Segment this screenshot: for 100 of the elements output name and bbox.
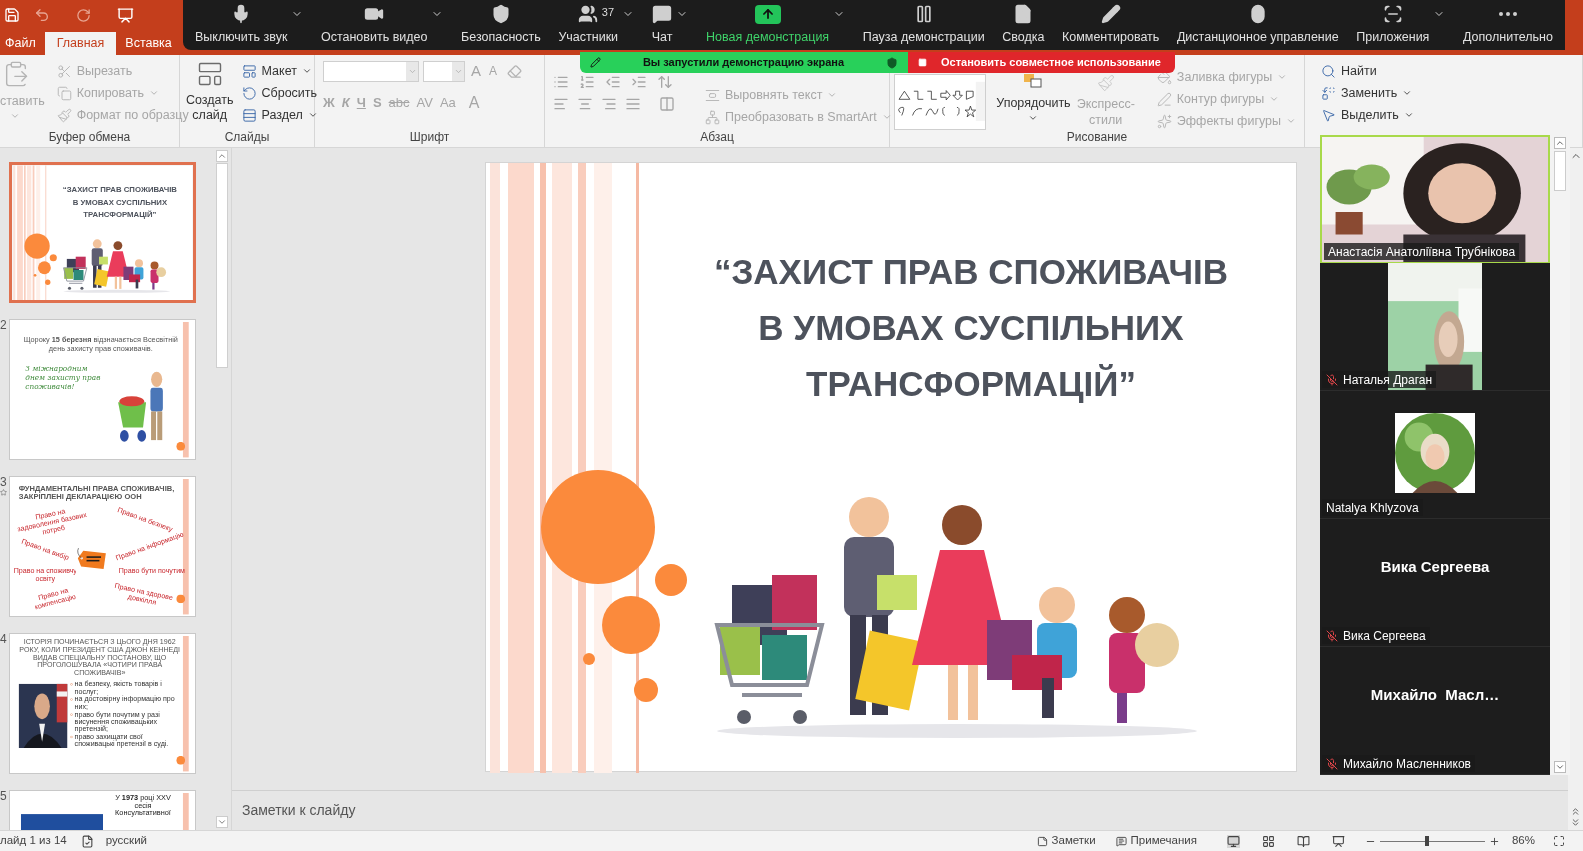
group-label: Рисование [1065, 130, 1129, 146]
font-size-field[interactable] [423, 60, 465, 82]
slide-title: В УМОВАХ СУСПІЛЬНИХ [758, 307, 1184, 349]
caret-icon [827, 90, 838, 100]
caret-icon [148, 88, 159, 98]
zoom-in-icon[interactable] [1488, 835, 1500, 847]
caret-icon [307, 110, 318, 120]
zoom-thumb[interactable] [1425, 836, 1430, 846]
ribbon-button[interactable]: Заменить [1319, 82, 1416, 104]
arrange-button[interactable]: Упорядочить [996, 74, 1071, 123]
font-name-field[interactable] [323, 60, 419, 82]
slide-number: 3 [0, 476, 7, 488]
line-spacing-icon[interactable] [657, 74, 673, 90]
notes-icon [1036, 835, 1048, 847]
spellcheck-icon[interactable] [80, 834, 94, 848]
normal-view-icon[interactable] [1226, 834, 1240, 848]
caret-icon [881, 112, 892, 122]
scrollbar[interactable] [1550, 135, 1570, 775]
slide-title: “ЗАХИСТ ПРАВ СПОЖИВАЧІВ [713, 251, 1229, 293]
scroll-up-icon[interactable] [216, 150, 228, 162]
ribbon-button[interactable]: Сбросить [239, 82, 320, 104]
scroll-thumb[interactable] [216, 163, 228, 368]
numbering-icon[interactable] [579, 74, 595, 90]
slide-number: 5 [0, 790, 7, 802]
redo-icon[interactable] [76, 7, 91, 23]
caret-icon [1286, 116, 1296, 126]
video-tile[interactable]: Natalya Khlyzova [1320, 391, 1550, 519]
participant-name: Наталья Драган [1343, 371, 1433, 389]
save-icon[interactable] [4, 7, 20, 23]
toolbar-button[interactable]: Чат [649, 0, 691, 50]
language-label[interactable]: русский [105, 832, 147, 850]
circle-decoration [176, 594, 186, 604]
scroll-down-icon[interactable] [216, 816, 228, 828]
toolbar-button[interactable]: Пауза демонстрации [860, 0, 987, 50]
ribbon-tab[interactable]: Главная [44, 32, 117, 55]
shape-gallery[interactable] [894, 74, 987, 130]
comments-button[interactable]: Примечания [1115, 832, 1197, 850]
align-left-icon[interactable] [553, 96, 569, 112]
toolbar-button[interactable]: Комментировать [1060, 0, 1162, 50]
caret-icon [1269, 94, 1280, 104]
secure-icon [886, 56, 898, 69]
zoom-level[interactable]: 86% [1511, 832, 1535, 850]
justify-icon[interactable] [625, 96, 641, 112]
align-center-icon[interactable] [577, 96, 593, 112]
sharing-status: Вы запустили демонстрацию экрана [641, 55, 846, 71]
toolbar-button[interactable]: Выключить звук [193, 0, 306, 50]
indent-icon[interactable] [631, 74, 647, 90]
video-tile[interactable]: Наталья Драган [1320, 263, 1550, 391]
ribbon-tab[interactable]: Файл [0, 32, 41, 55]
toolbar-button[interactable]: Участники 37 [556, 0, 637, 50]
outdent-icon[interactable] [605, 74, 621, 90]
toolbar-button[interactable]: Остановить видео [318, 0, 446, 50]
ribbon-button[interactable]: Раздел [239, 104, 320, 126]
more-icon [1498, 12, 1517, 17]
ribbon-button[interactable]: Макет [239, 60, 320, 82]
ribbon-button[interactable]: Найти [1319, 60, 1416, 82]
slideshow-icon[interactable] [117, 6, 134, 24]
toolbar-button[interactable]: Новая демонстрация [704, 0, 848, 50]
stop-share-button[interactable]: Остановить совместное использование [908, 52, 1175, 73]
clear-format-icon[interactable] [507, 63, 523, 79]
zoom-slider[interactable] [1379, 836, 1485, 846]
circle-decoration [176, 755, 186, 765]
columns-icon[interactable] [659, 96, 675, 112]
toolbar-button[interactable]: Сводка [1000, 0, 1047, 50]
video-tile[interactable]: Михайло Масл… Михайло Масленников [1320, 647, 1550, 775]
next-slide-icon[interactable] [1570, 817, 1581, 828]
slide-counter: лайд 1 из 14 [0, 833, 67, 849]
toolbar-button[interactable]: Безопасность [459, 0, 543, 50]
share-icon [754, 4, 781, 24]
slide-title: ТРАНСФОРМАЦІЙ” [806, 363, 1136, 405]
undo-icon[interactable] [34, 7, 50, 23]
annotate-icon [1100, 4, 1121, 25]
stop-icon [918, 58, 927, 67]
toolbar-button[interactable]: Приложения [1354, 0, 1448, 50]
participant-name: Natalya Khlyzova [1326, 499, 1419, 517]
apps-icon [1382, 4, 1403, 25]
bullets-icon[interactable] [553, 74, 569, 90]
scroll-down-icon[interactable] [1554, 761, 1566, 773]
ribbon-tab[interactable]: Вставка [120, 32, 177, 55]
toolbar-button[interactable]: Дополнительно [1460, 0, 1555, 50]
annotate-icon [590, 57, 601, 68]
scroll-thumb[interactable] [1554, 151, 1566, 191]
notes-button[interactable]: Заметки [1036, 832, 1096, 850]
sorter-view-icon[interactable] [1261, 834, 1275, 848]
align-right-icon[interactable] [601, 96, 617, 112]
toolbar-button[interactable]: Дистанционное управление [1174, 0, 1341, 50]
scroll-up-icon[interactable] [1554, 137, 1566, 149]
notes-field[interactable]: Заметки к слайду [242, 800, 642, 821]
caret-icon [1403, 110, 1414, 120]
participant-display-name: Михайло Масл… [1370, 685, 1500, 705]
group-label: Абзац [699, 130, 735, 146]
reading-view-icon[interactable] [1296, 834, 1310, 848]
participants-icon [578, 4, 599, 25]
slideshow-view-icon[interactable] [1331, 834, 1345, 848]
previous-slide-icon[interactable] [1570, 806, 1581, 817]
ribbon-button[interactable]: Выделить [1319, 104, 1416, 126]
fit-icon[interactable] [1553, 835, 1565, 847]
video-tile[interactable]: Вика Сергеева Вика Сергеева [1320, 519, 1550, 647]
scrollbar[interactable] [213, 148, 231, 830]
participant-name: Вика Сергеева [1343, 627, 1426, 645]
